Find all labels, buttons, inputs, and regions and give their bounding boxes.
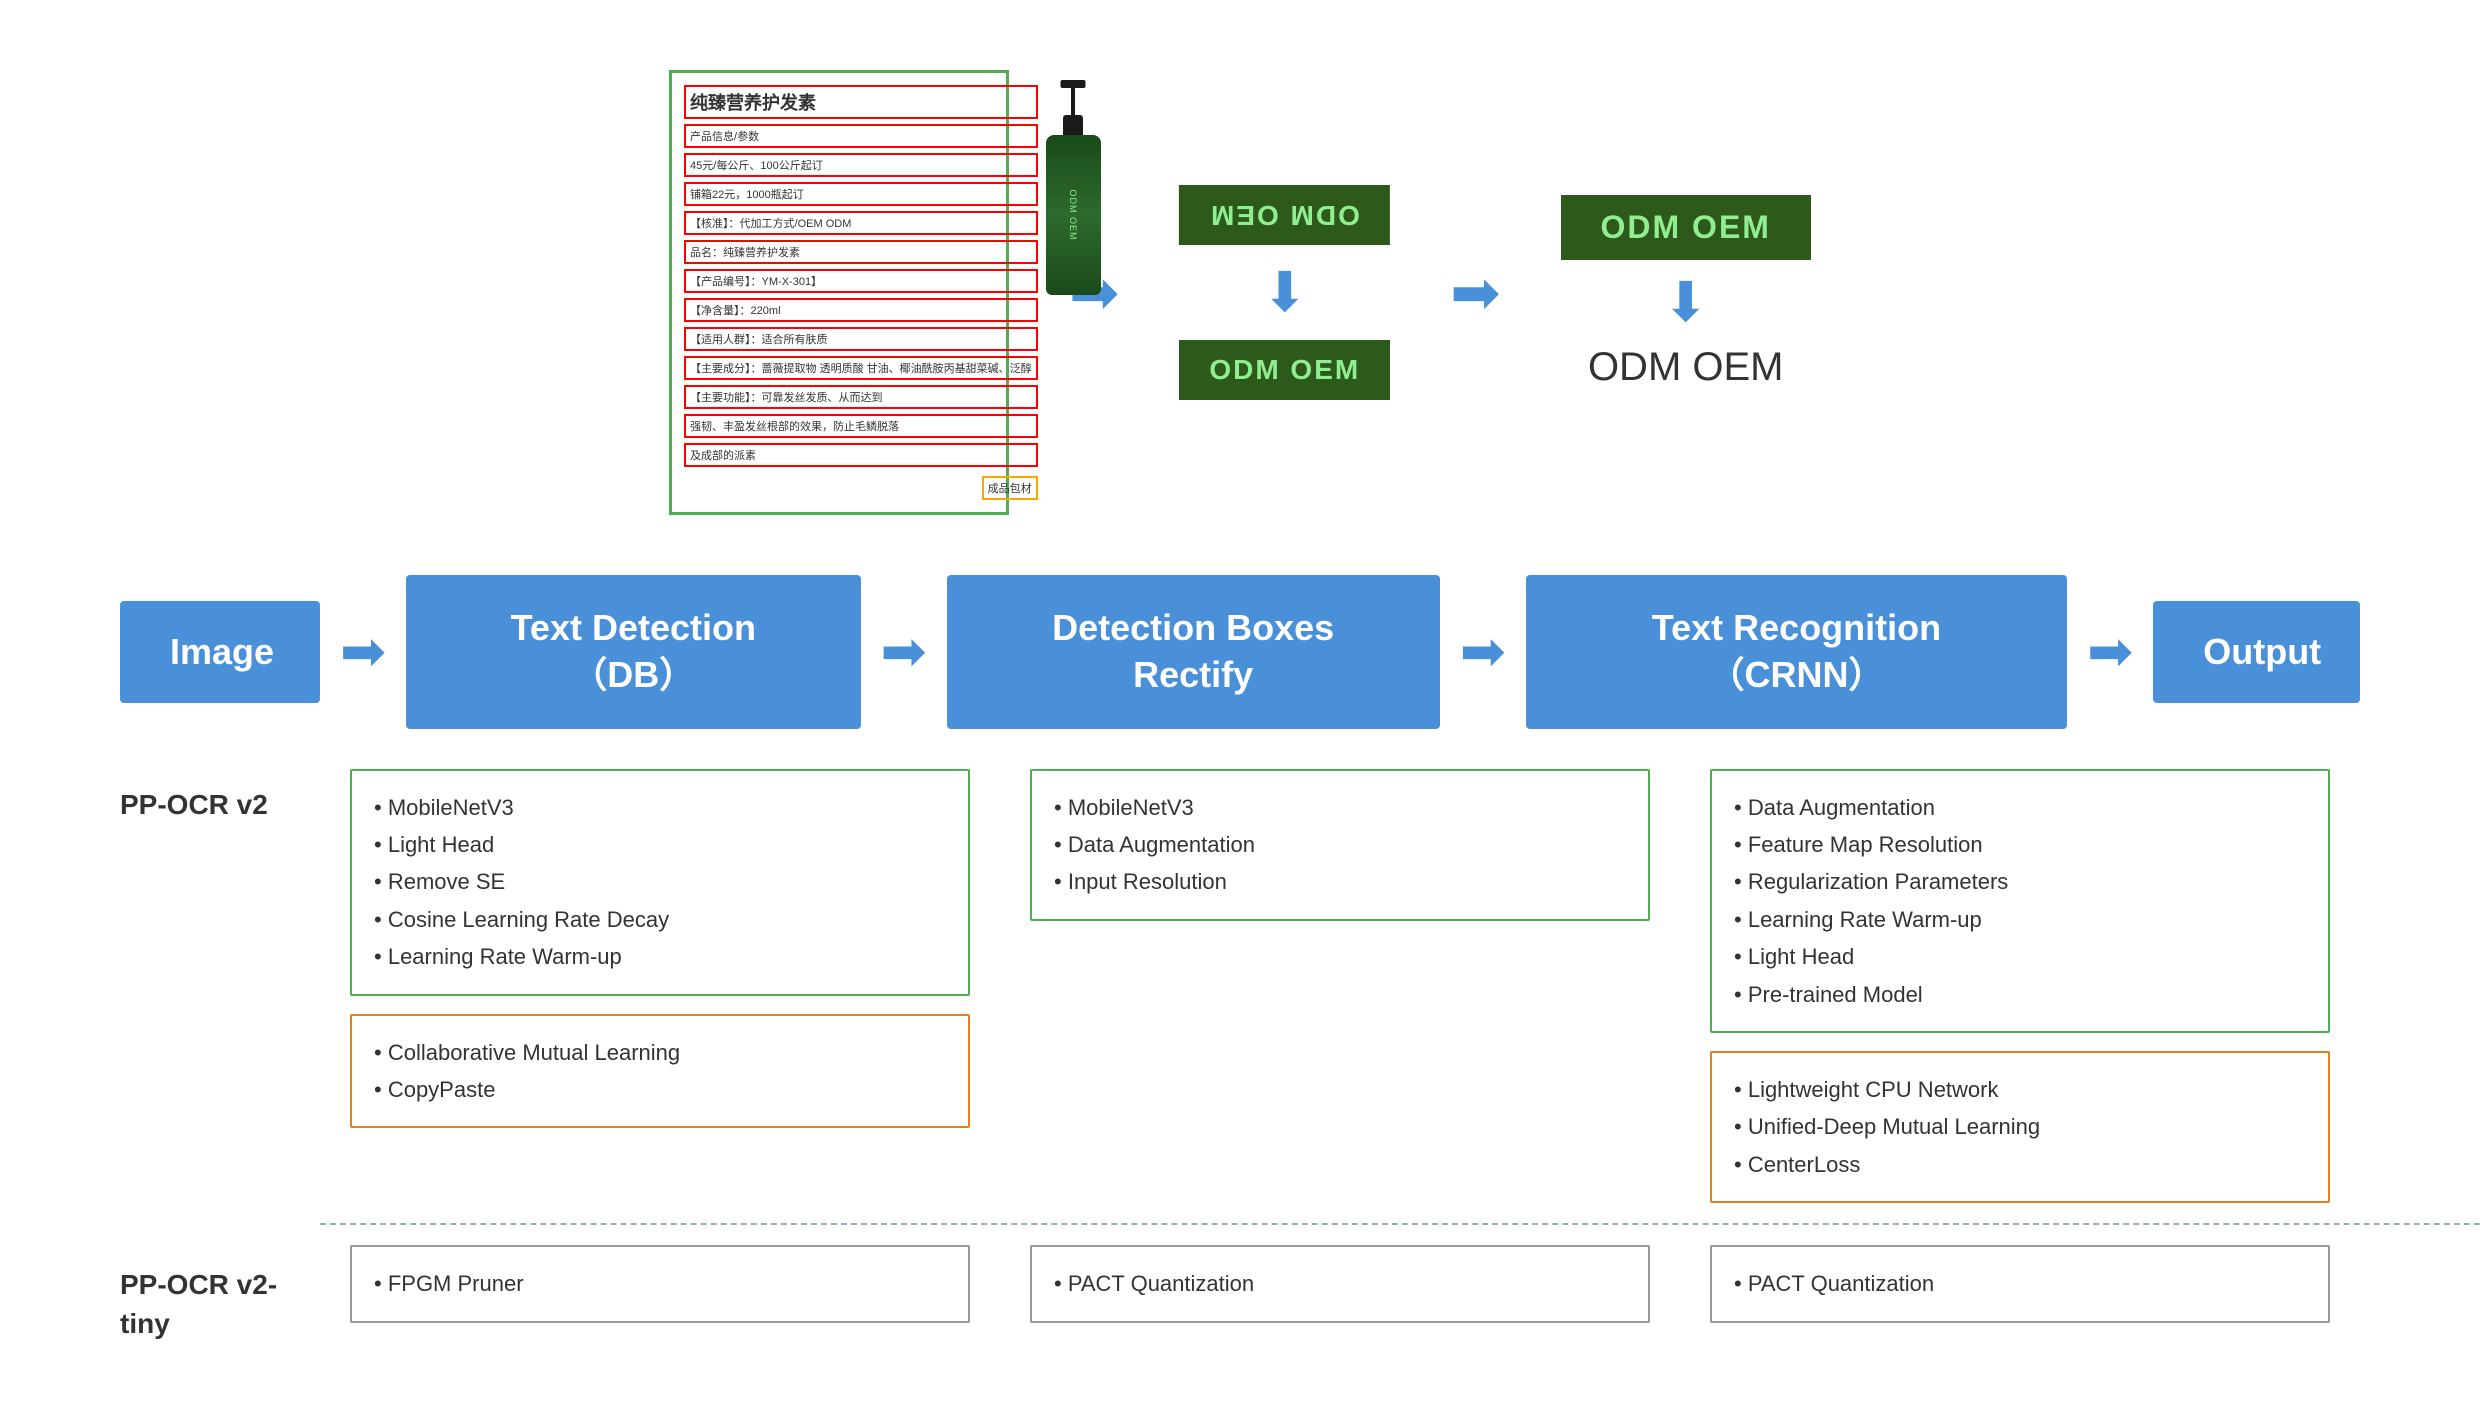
rectify-feature-column: MobileNetV3 Data Augmentation Input Reso… bbox=[1000, 769, 1680, 921]
rec-green-5: Light Head bbox=[1734, 938, 2306, 975]
product-text-lines: 纯臻营养护发素 产品信息/参数 45元/每公斤、100公斤起订 铺箱22元，10… bbox=[684, 85, 1038, 500]
det-green-2: Light Head bbox=[374, 826, 946, 863]
ppocr-v2-section: PP-OCR v2 MobileNetV3 Light Head Remove … bbox=[60, 749, 2420, 1204]
ppocr-v2-tiny-section: PP-OCR v2-tiny FPGM Pruner PACT Quantiza… bbox=[60, 1235, 2420, 1373]
rec-orange-2: Unified-Deep Mutual Learning bbox=[1734, 1108, 2306, 1145]
flow-box-text-detection: Text Detection（DB） bbox=[406, 575, 860, 729]
rec-green-6: Pre-trained Model bbox=[1734, 976, 2306, 1013]
recognition-gray-box: PACT Quantization bbox=[1710, 1245, 2330, 1322]
recognition-orange-box: Lightweight CPU Network Unified-Deep Mut… bbox=[1710, 1051, 2330, 1203]
product-line-3: 铺箱22元，1000瓶起订 bbox=[684, 182, 1038, 206]
main-container: 纯臻营养护发素 产品信息/参数 45元/每公斤、100公斤起订 铺箱22元，10… bbox=[0, 0, 2480, 1413]
product-line-7: 【净含量】：220ml bbox=[684, 298, 1038, 322]
ppocr-v2-label: PP-OCR v2 bbox=[120, 789, 320, 821]
product-image-box: 纯臻营养护发素 产品信息/参数 45元/每公斤、100公斤起订 铺箱22元，10… bbox=[669, 70, 1009, 515]
detection-gray-box: FPGM Pruner bbox=[350, 1245, 970, 1322]
product-line-10: 【主要功能】：可靠发丝发质、从而达到 bbox=[684, 385, 1038, 409]
recognition-tiny-column: PACT Quantization bbox=[1680, 1245, 2360, 1322]
ppocr-v2-tiny-label-area: PP-OCR v2-tiny bbox=[120, 1245, 320, 1353]
rec-green-4: Learning Rate Warm-up bbox=[1734, 901, 2306, 938]
flow-arrow-3: ➡ bbox=[1440, 624, 1526, 679]
det-green-4: Cosine Learning Rate Decay bbox=[374, 901, 946, 938]
rect-green-3: Input Resolution bbox=[1054, 863, 1626, 900]
flow-box-detection-boxes: Detection Boxes Rectify bbox=[947, 575, 1440, 729]
odm-right-column: ODM OEM ⬇ ODM OEM bbox=[1561, 195, 1811, 390]
rectify-tiny-column: PACT Quantization bbox=[1000, 1245, 1680, 1322]
rec-green-2: Feature Map Resolution bbox=[1734, 826, 2306, 863]
odm-text-plain: ODM OEM bbox=[1588, 345, 1784, 390]
det-green-5: Learning Rate Warm-up bbox=[374, 938, 946, 975]
det-orange-1: Collaborative Mutual Learning bbox=[374, 1034, 946, 1071]
product-orange-line: 成品包材 bbox=[982, 476, 1038, 500]
det-green-1: MobileNetV3 bbox=[374, 789, 946, 826]
product-line-8: 【适用人群】：适合所有肤质 bbox=[684, 327, 1038, 351]
rectify-green-box: MobileNetV3 Data Augmentation Input Reso… bbox=[1030, 769, 1650, 921]
rec-orange-3: CenterLoss bbox=[1734, 1146, 2306, 1183]
odm-box-right: ODM OEM bbox=[1561, 195, 1811, 260]
flow-row: Image ➡ Text Detection（DB） ➡ Detection B… bbox=[60, 555, 2420, 749]
det-green-3: Remove SE bbox=[374, 863, 946, 900]
odm-box-bottom: ODM OEM bbox=[1179, 340, 1390, 400]
rectify-gray-box: PACT Quantization bbox=[1030, 1245, 1650, 1322]
product-title: 纯臻营养护发素 bbox=[684, 85, 1038, 119]
rect-green-2: Data Augmentation bbox=[1054, 826, 1626, 863]
product-line-2: 45元/每公斤、100公斤起订 bbox=[684, 153, 1038, 177]
odm-column-middle: ODM OEM ⬇ ODM OEM bbox=[1179, 185, 1390, 400]
ppocr-v2-label-area: PP-OCR v2 bbox=[120, 769, 320, 831]
arrow-down-right: ⬇ bbox=[1663, 275, 1709, 330]
product-line-9: 【主要成分】：蔷薇提取物 透明质酸 甘油、椰油酰胺丙基甜菜碱、泛醇 bbox=[684, 356, 1038, 380]
flow-arrow-2: ➡ bbox=[861, 624, 947, 679]
rec-orange-1: Lightweight CPU Network bbox=[1734, 1071, 2306, 1108]
arrow-to-odm-right: ➡ bbox=[1450, 263, 1500, 323]
rec-green-3: Regularization Parameters bbox=[1734, 863, 2306, 900]
det-gray-1: FPGM Pruner bbox=[374, 1265, 946, 1302]
product-line-6: 【产品编号】：YM-X-301】 bbox=[684, 269, 1038, 293]
flow-arrow-1: ➡ bbox=[320, 624, 406, 679]
product-line-1: 产品信息/参数 bbox=[684, 124, 1038, 148]
detection-feature-column: MobileNetV3 Light Head Remove SE Cosine … bbox=[320, 769, 1000, 1129]
bottle-image: ODM OEM bbox=[1046, 85, 1101, 500]
flow-box-image: Image bbox=[120, 601, 320, 703]
rec-green-1: Data Augmentation bbox=[1734, 789, 2306, 826]
rect-gray-1: PACT Quantization bbox=[1054, 1265, 1626, 1302]
rect-green-1: MobileNetV3 bbox=[1054, 789, 1626, 826]
product-line-4: 【核准】：代加工方式/OEM ODM bbox=[684, 211, 1038, 235]
arrow-down-middle: ⬇ bbox=[1262, 265, 1308, 320]
ppocr-v2-tiny-label: PP-OCR v2-tiny bbox=[120, 1265, 320, 1343]
divider-area bbox=[60, 1203, 2420, 1235]
horizontal-divider bbox=[320, 1223, 2480, 1225]
detection-orange-box: Collaborative Mutual Learning CopyPaste bbox=[350, 1014, 970, 1129]
recognition-green-box: Data Augmentation Feature Map Resolution… bbox=[1710, 769, 2330, 1033]
det-orange-2: CopyPaste bbox=[374, 1071, 946, 1108]
odm-box-top-flipped: ODM OEM bbox=[1179, 185, 1390, 245]
flow-box-text-recognition: Text Recognition（CRNN） bbox=[1526, 575, 2067, 729]
flow-box-output: Output bbox=[2153, 601, 2360, 703]
flow-arrow-4: ➡ bbox=[2067, 624, 2153, 679]
product-line-12: 及成部的派素 bbox=[684, 443, 1038, 467]
product-line-5: 品名：纯臻营养护发素 bbox=[684, 240, 1038, 264]
top-section: 纯臻营养护发素 产品信息/参数 45元/每公斤、100公斤起订 铺箱22元，10… bbox=[60, 40, 2420, 545]
detection-green-box: MobileNetV3 Light Head Remove SE Cosine … bbox=[350, 769, 970, 996]
rec-gray-1: PACT Quantization bbox=[1734, 1265, 2306, 1302]
product-line-11: 强韧、丰盈发丝根部的效果，防止毛鳞脱落 bbox=[684, 414, 1038, 438]
recognition-feature-column: Data Augmentation Feature Map Resolution… bbox=[1680, 769, 2360, 1204]
detection-tiny-column: FPGM Pruner bbox=[320, 1245, 1000, 1322]
